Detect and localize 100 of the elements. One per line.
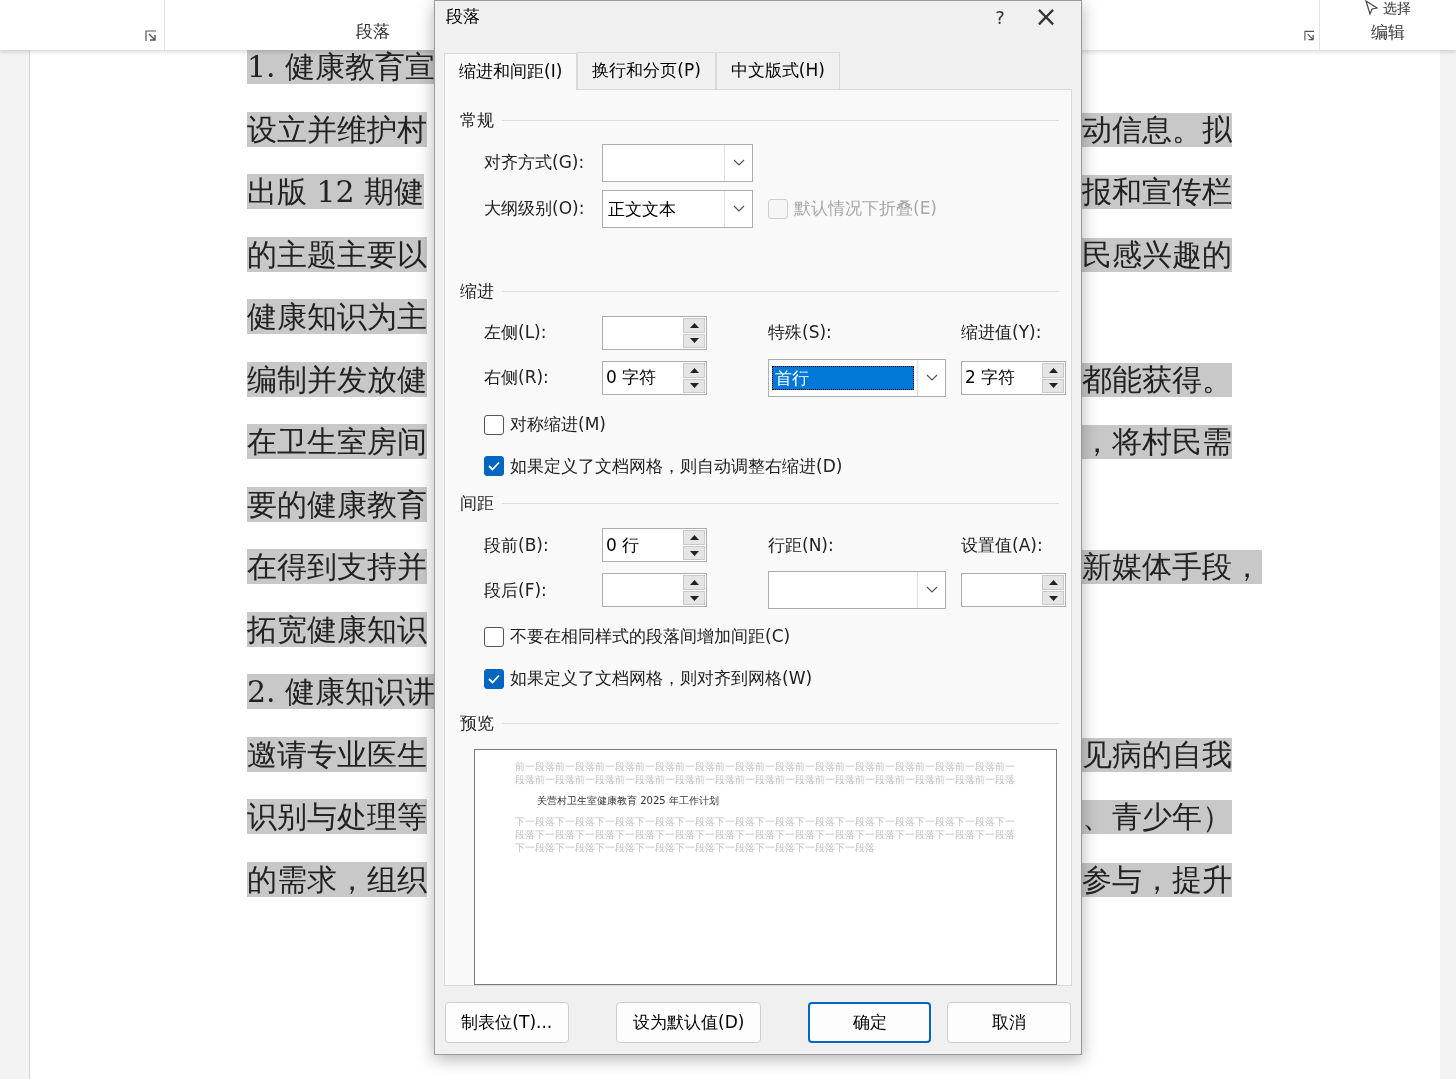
section-heading: 间距 <box>460 492 494 515</box>
dialog-button[interactable]: 制表位(T)... <box>445 1002 569 1043</box>
dropdown-value: 正文文本 <box>607 197 677 220</box>
checkbox-label: 对称缩进(M) <box>510 413 606 437</box>
triangle-down-icon <box>689 595 699 601</box>
document-text: 邀请专业医生 <box>247 736 427 772</box>
document-text: 的主题主要以 <box>247 236 427 272</box>
field-label: 右侧(R): <box>484 366 550 390</box>
document-text: 在卫生室房间 <box>247 424 427 459</box>
triangle-down-icon <box>689 383 699 389</box>
document-text: 识别与处理等 <box>247 799 427 834</box>
spin-down-button[interactable] <box>683 591 705 606</box>
spinner-field[interactable] <box>961 573 1066 608</box>
dropdown-field[interactable] <box>768 571 946 610</box>
document-text: 健康知识为主 <box>247 299 427 334</box>
dialog-title: 段落 <box>446 5 481 29</box>
tab[interactable]: 缩进和间距(I) <box>444 53 578 90</box>
dialog-button[interactable]: 取消 <box>947 1002 1071 1043</box>
spin-up-button[interactable] <box>683 363 705 378</box>
spin-up-button[interactable] <box>683 530 705 545</box>
spin-up-button[interactable] <box>683 575 705 590</box>
tab[interactable]: 中文版式(H) <box>715 52 840 89</box>
triangle-down-icon <box>1048 383 1058 389</box>
checkmark-icon <box>488 461 500 472</box>
document-text: 都能获得。 <box>1082 362 1232 397</box>
spinner-field[interactable]: 0 字符 <box>602 361 707 396</box>
checkbox[interactable] <box>484 414 504 435</box>
checkmark-icon <box>488 673 500 684</box>
preview-sample-text: 关营村卫生室健康教育 2025 年工作计划 <box>536 793 720 807</box>
spin-down-button[interactable] <box>683 546 705 561</box>
checkbox-label: 如果定义了文档网格，则自动调整右缩进(D) <box>510 454 843 478</box>
triangle-up-icon <box>689 535 699 541</box>
dialog-button[interactable]: 设为默认值(D) <box>616 1002 761 1043</box>
triangle-up-icon <box>1048 580 1058 586</box>
document-text: 拓宽健康知识 <box>247 611 427 647</box>
document-text: 新媒体手段， <box>1082 550 1262 584</box>
spinner-field[interactable]: 0 行 <box>602 528 707 563</box>
checkbox-label: 如果定义了文档网格，则对齐到网格(W) <box>510 667 813 690</box>
triangle-down-icon <box>1048 595 1058 601</box>
document-text: 见病的自我 <box>1082 737 1232 772</box>
dropdown-value: 首行 <box>772 366 914 391</box>
document-text: 的需求，组织 <box>247 861 427 897</box>
chevron-down-icon <box>925 586 938 595</box>
spinner-field[interactable]: 2 字符 <box>961 361 1066 396</box>
document-text: 1. 健康教育宣 <box>247 49 436 84</box>
spinner-value: 0 字符 <box>606 366 657 390</box>
spinner-field[interactable] <box>602 316 707 351</box>
checkbox[interactable] <box>484 627 504 648</box>
select-button[interactable]: 选择 <box>1365 0 1411 16</box>
document-text: 在得到支持并 <box>247 549 427 584</box>
section-heading: 常规 <box>460 109 494 132</box>
dialog-launcher-icon[interactable] <box>1304 30 1315 42</box>
spin-down-button[interactable] <box>1042 378 1064 394</box>
field-label: 特殊(S): <box>768 321 833 345</box>
spin-down-button[interactable] <box>1042 591 1064 606</box>
section-heading: 预览 <box>460 712 494 736</box>
document-text: 2. 健康知识讲 <box>247 674 436 709</box>
dialog-launcher-icon[interactable] <box>145 30 157 42</box>
close-button[interactable]: × <box>1023 3 1069 31</box>
checkbox[interactable] <box>484 456 504 477</box>
checkbox[interactable] <box>484 668 504 689</box>
chevron-down-icon <box>925 374 938 383</box>
group-label: 段落 <box>356 19 390 43</box>
spin-up-button[interactable] <box>1042 363 1064 378</box>
triangle-up-icon <box>689 580 699 586</box>
spinner-field[interactable] <box>602 573 707 608</box>
dropdown-field[interactable]: 正文文本 <box>602 189 753 228</box>
document-text: 参与，提升 <box>1082 862 1232 897</box>
spin-up-button[interactable] <box>683 318 705 333</box>
spin-up-button[interactable] <box>1042 575 1064 590</box>
spin-down-button[interactable] <box>683 333 705 349</box>
field-label: 缩进值(Y): <box>961 321 1043 345</box>
document-text: ，将村民需 <box>1082 425 1232 459</box>
field-label: 段前(B): <box>484 533 550 557</box>
document-text: 报和宣传栏 <box>1082 175 1232 209</box>
tab[interactable]: 换行和分页(P) <box>577 52 716 89</box>
checkbox-label: 不要在相同样式的段落间增加间距(C) <box>510 625 791 649</box>
field-label: 行距(N): <box>768 533 835 557</box>
dropdown-field[interactable] <box>602 143 753 182</box>
triangle-down-icon <box>689 338 699 344</box>
document-text: 民感兴趣的 <box>1082 237 1232 272</box>
field-label: 大纲级别(O): <box>484 196 586 220</box>
document-text: 编制并发放健 <box>247 361 427 397</box>
spin-down-button[interactable] <box>683 378 705 394</box>
dialog-button[interactable]: 确定 <box>807 1002 932 1043</box>
help-button[interactable]: ? <box>977 3 1023 31</box>
spinner-value: 0 行 <box>606 533 640 557</box>
document-text: 出版 12 期健 <box>247 174 425 209</box>
field-label: 左侧(L): <box>484 321 548 345</box>
field-label: 段后(F): <box>484 578 548 602</box>
triangle-up-icon <box>689 322 699 328</box>
dropdown-field[interactable]: 首行 <box>768 359 946 398</box>
field-label: 对齐方式(G): <box>484 150 586 174</box>
spinner-value: 2 字符 <box>965 366 1016 390</box>
triangle-up-icon <box>689 367 699 373</box>
chevron-down-icon <box>732 158 745 167</box>
document-text: 、青少年） <box>1082 800 1232 834</box>
section-heading: 缩进 <box>460 279 494 303</box>
document-text: 动信息。拟 <box>1082 112 1232 147</box>
document-text: 要的健康教育 <box>247 486 427 522</box>
